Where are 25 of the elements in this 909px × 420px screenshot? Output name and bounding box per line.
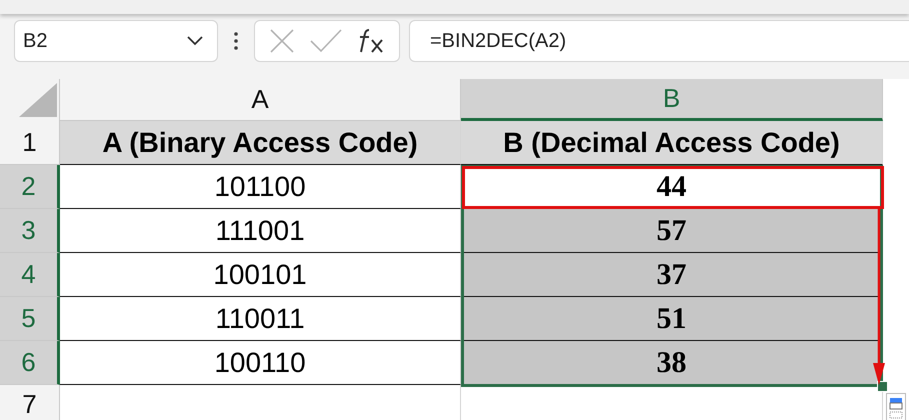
quick-analysis-icon[interactable] bbox=[886, 393, 906, 420]
row-header[interactable]: 5 bbox=[0, 297, 60, 341]
table-cell: 100101 bbox=[60, 253, 461, 297]
formula-field[interactable]: =BIN2DEC(A2) bbox=[409, 20, 909, 62]
name-box[interactable]: B2 bbox=[14, 20, 218, 62]
checkmark-icon[interactable] bbox=[310, 29, 342, 53]
table-cell: A (Binary Access Code) bbox=[60, 121, 461, 165]
chevron-down-icon[interactable] bbox=[187, 36, 203, 46]
row-header[interactable]: 6 bbox=[0, 341, 60, 385]
row-header[interactable]: 1 bbox=[0, 121, 60, 165]
fill-handle[interactable] bbox=[877, 381, 888, 392]
row-header[interactable]: 4 bbox=[0, 253, 60, 297]
table-cell: 110011 bbox=[60, 297, 461, 341]
function-icon[interactable] bbox=[357, 28, 386, 54]
row-header[interactable]: 3 bbox=[0, 209, 60, 253]
row-header[interactable]: 7 bbox=[0, 385, 60, 420]
table-cell: 101100 bbox=[60, 165, 461, 209]
column-header[interactable]: A bbox=[60, 79, 461, 121]
table-cell: B (Decimal Access Code) bbox=[461, 121, 883, 165]
row-header[interactable]: 2 bbox=[0, 165, 60, 209]
column-header[interactable]: B bbox=[461, 79, 883, 121]
table-cell: 111001 bbox=[60, 209, 461, 253]
table-cell: 100110 bbox=[60, 341, 461, 385]
more-options-icon[interactable] bbox=[234, 31, 238, 51]
cell-reference: B2 bbox=[23, 30, 48, 52]
